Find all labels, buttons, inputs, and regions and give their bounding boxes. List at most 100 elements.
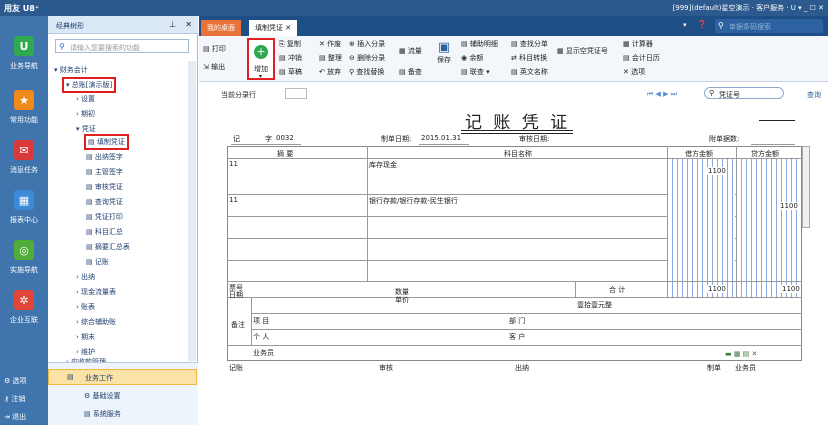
tree-item[interactable]: › 账表 xyxy=(76,302,95,312)
remark-label: 备注 xyxy=(231,321,245,329)
total-credit: 1100 xyxy=(781,285,801,293)
help-icon[interactable]: ❓ xyxy=(697,20,707,29)
tree-item[interactable]: ▤ 凭证打印 xyxy=(86,212,123,222)
void-button[interactable]: ✕ 作废 xyxy=(319,39,341,49)
nav-options[interactable]: ⚙ 选项 xyxy=(4,376,27,386)
search-icon: ⚲ xyxy=(709,89,715,97)
main-area: 我的桌面 填制凭证 ✕ ▾ ❓ ⚲ 单据条码搜索 ▤ 打印 ⇲ 输出 + 增加 … xyxy=(199,16,828,425)
tree-item[interactable]: ▾ 财务会计 xyxy=(54,65,88,75)
settings-icon: ⚙ xyxy=(84,392,93,400)
voucher-no[interactable]: 0032 xyxy=(276,134,294,142)
tree-item[interactable]: ▤ 摘要汇总表 xyxy=(86,242,130,252)
nav-implement[interactable]: ◎ 实施导航 xyxy=(0,234,48,288)
make-date[interactable]: 2015.01.31 xyxy=(421,134,461,142)
app-logo: 用友 U8⁺ xyxy=(4,4,40,13)
tree-item[interactable]: ▤ 审核凭证 xyxy=(86,182,123,192)
exit-icon: ⇥ xyxy=(4,413,13,421)
tree-item[interactable]: ▤ 记账 xyxy=(86,257,109,267)
tidy-button[interactable]: ▤ 整理 xyxy=(319,53,342,63)
memo-button[interactable]: ▤ 备查 xyxy=(399,67,422,77)
voucher-type[interactable]: 记 xyxy=(233,134,240,144)
close-icon[interactable]: ✕ xyxy=(285,24,291,32)
show-empty-voucher-button[interactable]: ▦ 显示空凭证号 xyxy=(557,46,608,56)
col-debit: 借方金额 xyxy=(685,150,713,158)
row1-summary[interactable]: 11 xyxy=(229,160,238,168)
find-replace-button[interactable]: ⚲ 查找替换 xyxy=(349,67,384,77)
barcode-search[interactable]: ⚲ 单据条码搜索 xyxy=(715,19,823,33)
flow-button[interactable]: ▦ 流量 xyxy=(399,46,422,56)
save-button[interactable]: ▣ 保存 xyxy=(433,40,455,78)
insert-entry-button[interactable]: ⊕ 插入分录 xyxy=(349,39,385,49)
voucher-search-input[interactable]: ⚲ 凭证号 xyxy=(704,87,784,99)
aux-detail-button[interactable]: ▤ 辅助明细 xyxy=(461,39,498,49)
tree-item[interactable]: › 现金流量表 xyxy=(76,287,116,297)
tree-item[interactable]: › 设置 xyxy=(76,94,95,104)
tree-item[interactable]: ▤ 主管签字 xyxy=(86,167,123,177)
row1-debit[interactable]: 1100 xyxy=(707,167,727,175)
business-work[interactable]: ▤ 业务工作 xyxy=(48,369,197,385)
calendar-button[interactable]: ▤ 会计日历 xyxy=(623,53,660,63)
nav-logout[interactable]: ⚷ 注销 xyxy=(4,394,25,404)
tree-item[interactable]: ▤ 出纳签字 xyxy=(86,152,123,162)
voucher-no-label: 字 xyxy=(265,135,272,143)
footer-auditor: 审核 xyxy=(379,364,393,372)
tree-item[interactable]: ▾ 凭证 xyxy=(76,124,96,134)
grid-scrollbar[interactable] xyxy=(802,146,810,228)
tree-item[interactable]: › 期初 xyxy=(76,109,95,119)
col-subject: 科目名称 xyxy=(504,150,532,158)
close-icon[interactable]: ✕ xyxy=(185,20,192,29)
balance-button[interactable]: ◉ 余额 xyxy=(461,53,483,63)
tree-item[interactable]: ▤ 填制凭证 xyxy=(84,134,129,150)
tree-item[interactable]: ▾ 总账[演示版] xyxy=(62,77,117,93)
linked-query-button[interactable]: ▤ 联查 ▾ xyxy=(461,67,490,77)
chart-icon: ▦ xyxy=(14,190,34,210)
draft-button[interactable]: ▤ 草稿 xyxy=(279,67,302,77)
current-entry-field[interactable] xyxy=(285,88,307,99)
nav-connect[interactable]: ✲ 企业互联 xyxy=(0,284,48,338)
export-button[interactable]: ⇲ 输出 xyxy=(203,62,225,72)
system-service[interactable]: ▤ 系统服务 xyxy=(84,409,121,419)
tree-item[interactable]: ▤ 查询凭证 xyxy=(86,197,123,207)
nav-first-icon[interactable]: ⏮ ◀ ▶ ⏭ xyxy=(647,90,677,99)
query-button[interactable]: 查询 xyxy=(807,90,821,100)
options-button[interactable]: ✕ 选项 xyxy=(623,67,645,77)
abandon-button[interactable]: ↶ 放弃 xyxy=(319,67,341,77)
subject-convert-button[interactable]: ⇄ 科目转换 xyxy=(511,53,547,63)
tab-voucher[interactable]: 填制凭证 ✕ xyxy=(249,20,298,36)
tree-item[interactable]: ▤ 科目汇总 xyxy=(86,227,123,237)
tree-item[interactable]: › 综合辅助账 xyxy=(76,317,116,327)
basic-settings[interactable]: ⚙ 基础设置 xyxy=(84,391,121,401)
row2-subject[interactable]: 银行存款/银行存款-民生银行 xyxy=(369,196,458,206)
person-label: 个 人 xyxy=(253,333,270,341)
copy-button[interactable]: ⎘ 复制 xyxy=(279,39,301,49)
tree-item[interactable]: › 期末 xyxy=(76,332,95,342)
add-button[interactable]: + 增加 ▾ xyxy=(247,38,275,80)
audit-date-label: 审核日期: xyxy=(519,135,550,143)
sidebar-search[interactable]: ⚲ 请输入您要搜索的功能 xyxy=(55,39,189,53)
calculator-button[interactable]: ▦ 计算器 xyxy=(623,39,653,49)
row-tools-icon[interactable]: ▬ ▦ ▤ ✕ xyxy=(725,350,757,358)
tree-item[interactable]: › 维护 xyxy=(76,347,95,357)
nav-business[interactable]: U 业务导航 xyxy=(0,30,48,84)
reverse-button[interactable]: ▤ 冲销 xyxy=(279,53,302,63)
nav-common[interactable]: ★ 常用功能 xyxy=(0,84,48,138)
tab-desktop[interactable]: 我的桌面 xyxy=(201,20,241,36)
search-icon: ⚲ xyxy=(718,21,724,30)
voucher-panel: 当前分录行 ⏮ ◀ ▶ ⏭ ⚲ 凭证号 查询 记 账 凭 证 记 字 0032 … xyxy=(199,82,828,425)
chevron-down-icon[interactable]: ▾ xyxy=(683,21,687,29)
nav-exit[interactable]: ⇥ 退出 xyxy=(4,412,26,422)
pin-icon[interactable]: ⊥ xyxy=(169,20,176,29)
print-button[interactable]: ▤ 打印 xyxy=(203,44,226,54)
delete-entry-button[interactable]: ⊖ 删除分录 xyxy=(349,53,385,63)
find-split-button[interactable]: ▤ 查找分单 xyxy=(511,39,548,49)
tab-bar: 我的桌面 填制凭证 ✕ ▾ ❓ ⚲ 单据条码搜索 xyxy=(199,16,828,36)
title-info[interactable]: [999](default)星空演示 · 客户服务 · U ▾ _ ☐ ✕ xyxy=(673,3,824,13)
sidebar-scrollbar[interactable] xyxy=(188,61,196,361)
nav-messages[interactable]: ✉ 消息任务 xyxy=(0,134,48,188)
row2-summary[interactable]: 11 xyxy=(229,196,238,204)
row2-credit[interactable]: 1100 xyxy=(779,202,799,210)
tree-item[interactable]: › 出纳 xyxy=(76,272,95,282)
nav-reports[interactable]: ▦ 报表中心 xyxy=(0,184,48,238)
english-name-button[interactable]: ▤ 英文名称 xyxy=(511,67,548,77)
row1-subject[interactable]: 库存现金 xyxy=(369,160,397,170)
